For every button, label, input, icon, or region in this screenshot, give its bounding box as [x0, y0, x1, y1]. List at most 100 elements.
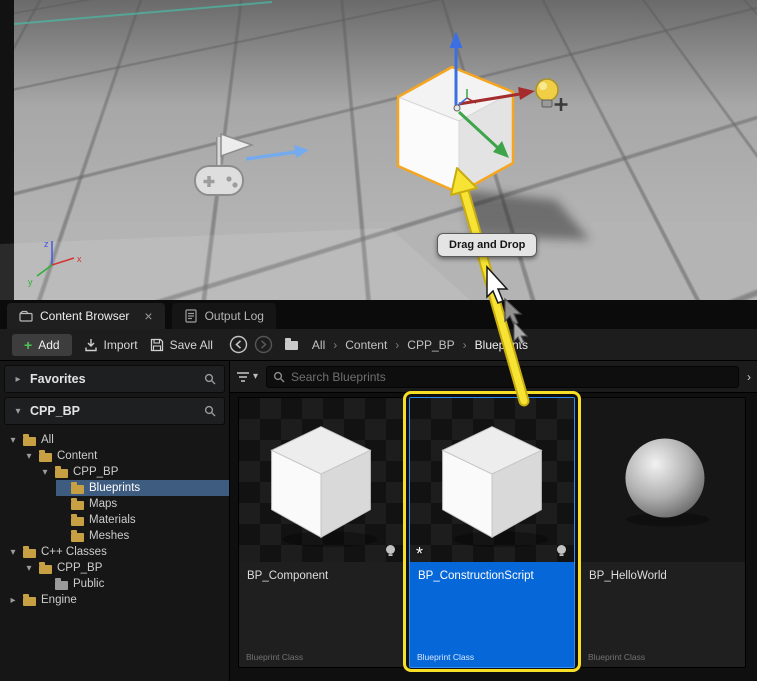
tab-label: Content Browser: [40, 309, 130, 323]
tree-item-cpp-classes[interactable]: ▾ C++ Classes: [8, 544, 229, 560]
content-browser-body: ▸ Favorites ▾ CPP_BP ▾ All ▾ Content ▾ C…: [0, 361, 757, 681]
favorites-section-header[interactable]: ▸ Favorites: [4, 365, 225, 393]
current-folder-icon[interactable]: [284, 338, 298, 350]
asset-search-row: ▾ ›: [230, 361, 757, 393]
breadcrumb: All › Content › CPP_BP › Blueprints: [312, 338, 528, 352]
asset-search-box[interactable]: [266, 365, 739, 388]
screen-indicator-icon: [557, 545, 566, 556]
folder-icon: [71, 513, 84, 526]
chevron-down-icon[interactable]: ▾: [24, 563, 34, 574]
breadcrumb-cpp-bp[interactable]: CPP_BP: [407, 338, 454, 352]
breadcrumb-content[interactable]: Content: [345, 338, 387, 352]
folder-icon: [71, 497, 84, 510]
tree-item-cpp-bp[interactable]: ▾ CPP_BP: [40, 464, 229, 480]
folder-icon: [23, 433, 36, 446]
tree-item-cpp-bp-source[interactable]: ▾ CPP_BP: [24, 560, 229, 576]
axis-y-label: y: [28, 277, 33, 287]
viewport-scene: z x y: [0, 1, 590, 300]
import-icon: [84, 338, 97, 351]
tab-output-log[interactable]: Output Log: [171, 303, 276, 329]
tree-item-engine[interactable]: ▸ Engine: [8, 592, 229, 608]
asset-tile-bp-component[interactable]: BP_Component Blueprint Class: [238, 397, 404, 668]
tree-item-blueprints[interactable]: Blueprints: [56, 480, 229, 496]
folder-icon: [71, 529, 84, 542]
import-button[interactable]: Import: [84, 338, 138, 352]
folder-icon: [23, 545, 36, 558]
save-all-label: Save All: [169, 337, 213, 352]
asset-name: BP_Component: [247, 570, 329, 582]
tree-item-maps[interactable]: Maps: [56, 496, 229, 512]
save-all-button[interactable]: Save All: [150, 338, 213, 352]
panel-options-icon[interactable]: ›: [747, 370, 751, 384]
asset-type-label: Blueprint Class: [246, 652, 304, 662]
asset-thumbnail: [410, 398, 574, 562]
sphere-thumbnail-icon: [625, 438, 710, 527]
screen-indicator-icon: [386, 545, 395, 556]
asset-tile-bp-helloworld[interactable]: BP_HelloWorld Blueprint Class: [580, 397, 746, 668]
forward-button[interactable]: [254, 335, 273, 354]
axis-z-label: z: [44, 239, 49, 249]
chevron-down-icon[interactable]: ▾: [8, 435, 18, 446]
search-icon[interactable]: [204, 405, 216, 417]
chevron-separator-icon: ›: [333, 337, 338, 352]
favorites-label: Favorites: [30, 372, 86, 386]
viewport-3d[interactable]: z x y Drag and Drop: [0, 0, 757, 300]
player-start-icon[interactable]: [194, 132, 309, 196]
cube-thumbnail-icon: [441, 426, 549, 548]
light-bulb-icon[interactable]: [535, 78, 568, 111]
close-tab-icon[interactable]: ×: [144, 309, 152, 323]
asset-type-label: Blueprint Class: [588, 652, 646, 662]
unreal-editor-window: z x y Drag and Drop Content Browser × Ou…: [0, 0, 757, 681]
asset-name: BP_HelloWorld: [589, 570, 667, 582]
folder-icon: [39, 561, 52, 574]
tab-label: Output Log: [204, 309, 264, 323]
unsaved-marker-icon: *: [416, 544, 424, 564]
grid-axis-line: [13, 1, 273, 25]
tree-item-meshes[interactable]: Meshes: [56, 528, 229, 544]
axis-x-label: x: [77, 254, 82, 264]
tab-content-browser[interactable]: Content Browser ×: [7, 303, 165, 329]
import-label: Import: [103, 337, 138, 352]
tree-item-content[interactable]: ▾ Content: [24, 448, 229, 464]
asset-tile-bp-constructionscript[interactable]: * BP_ConstructionScript Blueprint Class: [409, 397, 575, 668]
output-log-icon: [184, 309, 197, 323]
chevron-down-icon[interactable]: ▾: [40, 467, 50, 478]
chevron-right-icon[interactable]: ▸: [8, 595, 18, 606]
asset-view: ▾ ›: [230, 361, 757, 681]
chevron-down-icon: ▾: [15, 405, 21, 417]
asset-grid: BP_Component Blueprint Class * BP_Constr…: [230, 393, 757, 681]
folder-icon: [55, 465, 68, 478]
chevron-down-icon: ▾: [253, 371, 259, 382]
folder-icon: [23, 593, 36, 606]
content-browser-icon: [19, 310, 33, 322]
chevron-down-icon[interactable]: ▾: [8, 547, 18, 558]
collection-label: CPP_BP: [30, 404, 81, 418]
content-browser-sidebar: ▸ Favorites ▾ CPP_BP ▾ All ▾ Content ▾ C…: [0, 361, 230, 681]
folder-tree: ▾ All ▾ Content ▾ CPP_BP Blueprints Maps…: [0, 432, 229, 608]
folder-icon: [39, 449, 52, 462]
back-button[interactable]: [229, 335, 248, 354]
tree-item-public[interactable]: Public: [40, 576, 229, 592]
chevron-separator-icon: ›: [462, 337, 467, 352]
search-input[interactable]: [291, 369, 732, 384]
filter-icon: [237, 371, 249, 382]
search-icon: [273, 371, 285, 382]
cpp-folder-icon: [55, 577, 68, 590]
chevron-down-icon[interactable]: ▾: [24, 451, 34, 462]
chevron-separator-icon: ›: [395, 337, 400, 352]
breadcrumb-blueprints[interactable]: Blueprints: [475, 338, 528, 352]
folder-icon: [71, 481, 84, 494]
asset-type-label: Blueprint Class: [417, 652, 475, 662]
breadcrumb-all[interactable]: All: [312, 338, 325, 352]
search-icon[interactable]: [204, 373, 216, 385]
tree-item-materials[interactable]: Materials: [56, 512, 229, 528]
add-button[interactable]: + Add: [12, 333, 72, 356]
collection-section-header[interactable]: ▾ CPP_BP: [4, 397, 225, 425]
chevron-right-icon: ▸: [15, 373, 21, 385]
asset-name: BP_ConstructionScript: [418, 570, 534, 582]
tree-item-all[interactable]: ▾ All: [8, 432, 229, 448]
filter-button[interactable]: ▾: [236, 371, 258, 383]
add-button-label: Add: [38, 337, 60, 352]
asset-thumbnail: [581, 398, 745, 562]
panel-tab-bar: Content Browser × Output Log: [0, 300, 757, 329]
